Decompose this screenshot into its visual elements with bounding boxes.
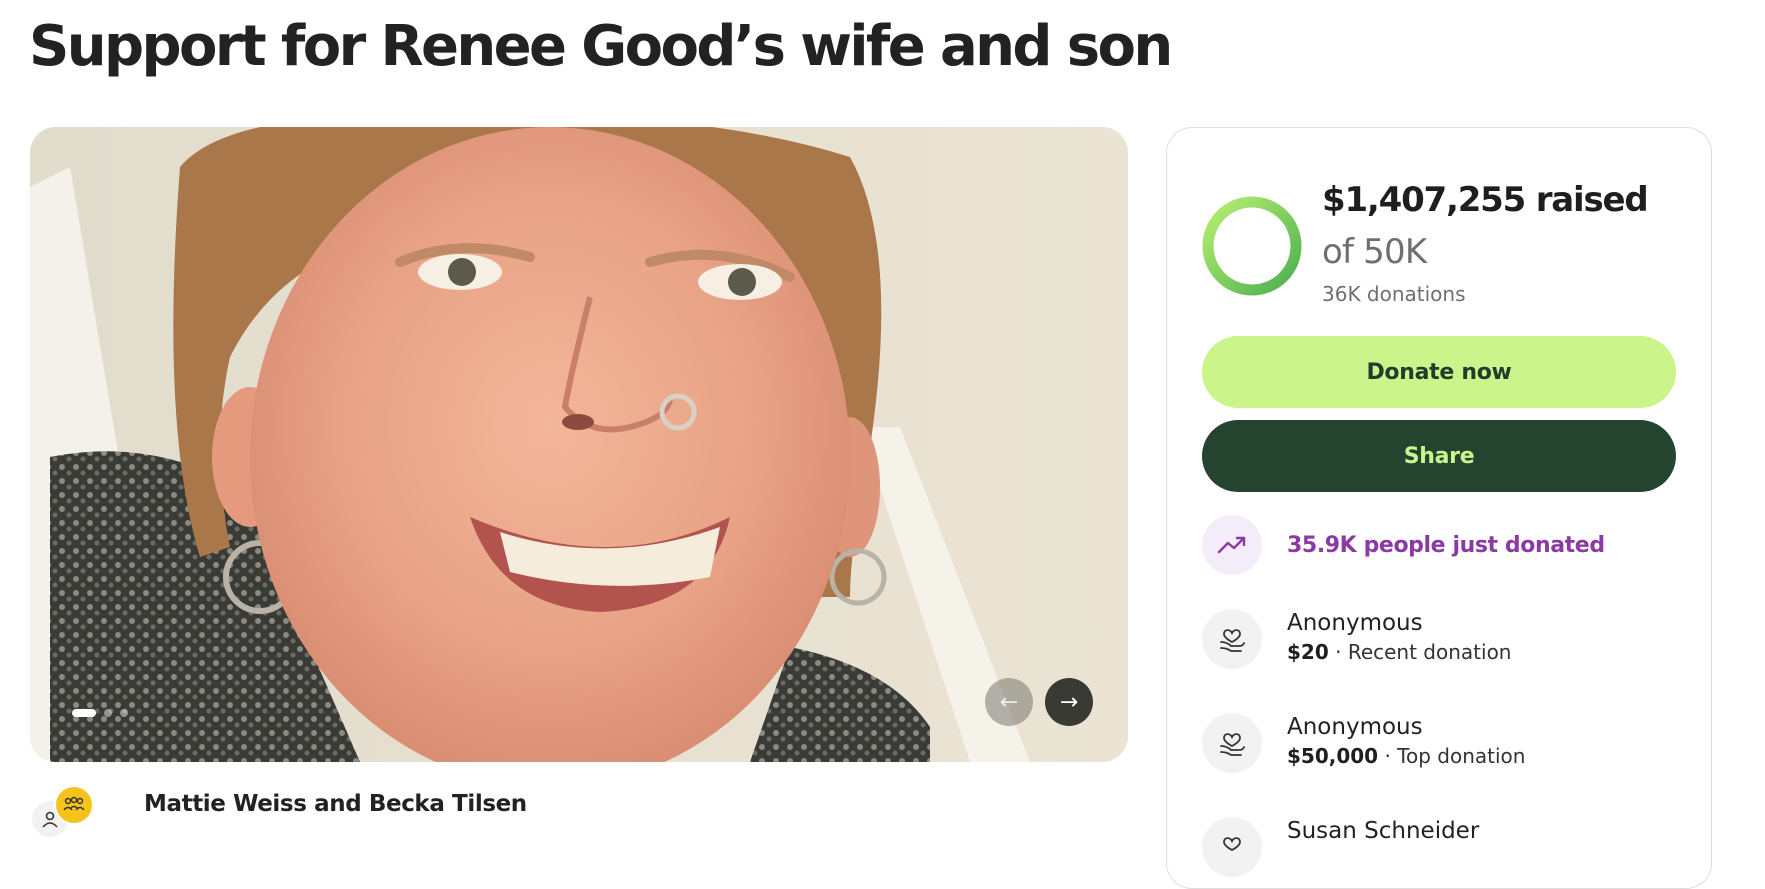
donation-card: $1,407,255 raised of 50K 36K donations D…	[1166, 127, 1712, 889]
donate-now-button[interactable]: Donate now	[1202, 336, 1676, 408]
donor-item: Anonymous $20 · Recent donation	[1202, 609, 1511, 669]
carousel-dot[interactable]	[104, 709, 112, 717]
trend-text: 35.9K people just donated	[1287, 532, 1605, 558]
progress-ring-fill	[1202, 196, 1302, 296]
carousel-dot[interactable]	[120, 709, 128, 717]
donor-detail: $20 · Recent donation	[1287, 637, 1511, 667]
carousel-prev-button[interactable]: ←	[985, 678, 1033, 726]
share-button[interactable]: Share	[1202, 420, 1676, 492]
donation-count: 36K donations	[1322, 282, 1466, 306]
trending-up-icon	[1202, 515, 1262, 575]
donor-name: Susan Schneider	[1287, 818, 1480, 844]
page-title: Support for Renee Good’s wife and son	[29, 14, 1173, 79]
donor-detail: $50,000 · Top donation	[1287, 741, 1525, 771]
arrow-left-icon: ←	[999, 689, 1019, 715]
fundraiser-photo-carousel[interactable]: ← →	[30, 127, 1128, 762]
heart-hand-icon	[1202, 713, 1262, 773]
organizer-name[interactable]: Mattie Weiss and Becka Tilsen	[144, 791, 527, 817]
donor-amount: $20	[1287, 640, 1329, 664]
recent-donations-trend: 35.9K people just donated	[1202, 515, 1605, 575]
carousel-indicators	[72, 709, 128, 717]
amount-raised: $1,407,255 raised	[1322, 180, 1649, 220]
donor-note: · Top donation	[1378, 744, 1526, 768]
organizer-row[interactable]: Mattie Weiss and Becka Tilsen	[30, 785, 527, 839]
donor-item: Susan Schneider	[1202, 817, 1479, 877]
fundraiser-photo	[30, 127, 1128, 762]
group-icon	[54, 785, 94, 825]
carousel-next-button[interactable]: →	[1045, 678, 1093, 726]
progress-ring	[1202, 196, 1302, 296]
donor-item: Anonymous $50,000 · Top donation	[1202, 713, 1525, 773]
donor-amount: $50,000	[1287, 744, 1379, 768]
donor-note: · Recent donation	[1328, 640, 1512, 664]
donor-name: Anonymous	[1287, 610, 1423, 636]
organizer-avatars	[30, 785, 94, 839]
heart-hand-icon	[1202, 817, 1262, 877]
heart-hand-icon	[1202, 609, 1262, 669]
carousel-dot-active[interactable]	[72, 709, 96, 717]
goal-amount: of 50K	[1322, 232, 1427, 272]
donor-name: Anonymous	[1287, 714, 1423, 740]
arrow-right-icon: →	[1059, 689, 1079, 715]
